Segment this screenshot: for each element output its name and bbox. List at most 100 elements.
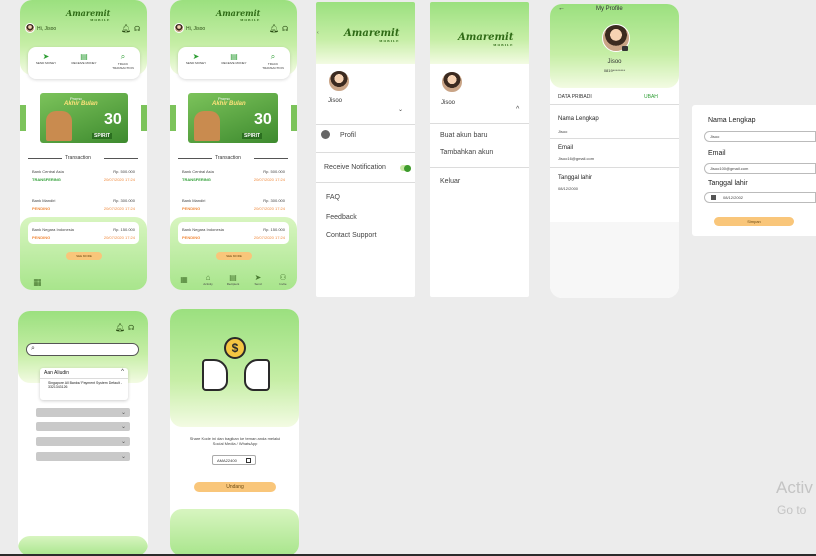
- receive-money-button[interactable]: ▤ RECEIVE MONEY: [218, 52, 250, 65]
- copy-icon[interactable]: [246, 458, 251, 463]
- tx-amount: Rp. 500.000: [263, 169, 285, 174]
- transaction-row[interactable]: Bank Negara Indonesia Rp. 150.000 PENDIN…: [178, 222, 289, 244]
- receive-money-button[interactable]: ▤ RECEIVE MONEY: [68, 52, 100, 65]
- menu-item-faq[interactable]: FAQ: [326, 194, 340, 201]
- tx-bank: Bank Central Asia: [182, 169, 214, 174]
- tx-amount: Rp. 150.000: [263, 227, 285, 232]
- menu-item-logout[interactable]: Keluar: [440, 178, 460, 185]
- home-icon: ⌂: [205, 273, 211, 282]
- grid-icon[interactable]: ▦: [33, 277, 42, 288]
- divider: [40, 378, 128, 379]
- field-birth-value: 08/12/2000: [558, 186, 579, 191]
- promo-character: [46, 111, 72, 141]
- headset-icon[interactable]: ☊: [128, 324, 134, 332]
- tx-status: TRANSFERING: [182, 177, 211, 182]
- edit-email-input[interactable]: Jisoo100@gmail.com: [704, 163, 816, 174]
- transaction-row[interactable]: Bank Central Asia Rp. 500.000 TRANSFERIN…: [28, 164, 139, 186]
- search-input[interactable]: ⌕: [26, 343, 139, 356]
- send-money-button[interactable]: ➤ SEND MONEY: [31, 52, 61, 65]
- receive-money-label: RECEIVE MONEY: [71, 61, 97, 65]
- tx-status: PENDING: [32, 206, 51, 211]
- avatar[interactable]: [441, 71, 463, 93]
- transaction-row[interactable]: Bank Mandiri Rp. 300.000 PENDING 20/07/2…: [28, 193, 139, 215]
- nav-send[interactable]: ➤ Send: [247, 273, 269, 286]
- brand-logo: Amaremit MOBILE: [458, 32, 514, 47]
- banner-peek-left: [20, 105, 26, 131]
- divider: [316, 124, 415, 125]
- camera-icon[interactable]: [622, 46, 628, 51]
- menu-item-contact-support[interactable]: Contact Support: [326, 232, 377, 239]
- avatar[interactable]: [174, 23, 184, 33]
- left-hand-icon: [202, 359, 228, 391]
- headset-icon[interactable]: ☊: [134, 25, 140, 33]
- home-screen-1: Amaremit MOBILE Hi, Jisoo 🔔︎ ☊ ➤ SEND MON…: [20, 0, 147, 290]
- receive-money-label: RECEIVE MONEY: [221, 61, 247, 65]
- dropdown-select[interactable]: ⌄: [36, 437, 130, 446]
- promo-banner[interactable]: Promo Akhir Bulan 30 SPIRIT: [40, 93, 128, 143]
- invite-button[interactable]: Undang: [194, 482, 276, 492]
- nav-invite[interactable]: ⚇ Invite: [272, 273, 294, 286]
- menu-username: Jisoo: [328, 98, 343, 104]
- bell-icon[interactable]: 🔔︎: [115, 323, 125, 332]
- dropdown-select[interactable]: ⌄: [36, 422, 130, 431]
- section-line-left: [28, 158, 62, 159]
- dropdown-select[interactable]: ⌄: [36, 452, 130, 461]
- chevron-down-icon[interactable]: ⌄: [398, 106, 403, 113]
- transaction-row[interactable]: Bank Mandiri Rp. 300.000 PENDING 20/07/2…: [178, 193, 289, 215]
- menu-item-add-account[interactable]: Tambahkan akun: [440, 149, 493, 156]
- divider: [550, 167, 679, 168]
- dropdown-select[interactable]: ⌄: [36, 408, 130, 417]
- recipient-dropdown[interactable]: Aan Aliudin ^ Singapore All Banks/ Payme…: [40, 368, 128, 400]
- edit-birth-value: 08/12/2002: [723, 195, 744, 200]
- tx-date: 20/07/2020 17:24: [253, 235, 285, 240]
- bell-icon[interactable]: 🔔︎: [121, 24, 131, 33]
- menu-item-new-account[interactable]: Buat akun baru: [440, 132, 487, 139]
- notification-toggle[interactable]: [400, 164, 411, 172]
- headset-icon[interactable]: ☊: [282, 25, 288, 33]
- menu-item-feedback[interactable]: Feedback: [326, 214, 357, 221]
- brand-logo: Amaremit MOBILE: [66, 8, 111, 22]
- divider: [430, 123, 529, 124]
- track-icon: ⌕: [270, 52, 276, 61]
- nav-send-label: Send: [254, 282, 262, 286]
- chevron-up-icon[interactable]: ^: [516, 106, 519, 113]
- divider: [316, 182, 415, 183]
- see-more-button[interactable]: SEE MORE: [66, 252, 102, 260]
- field-name-label: Nama Lengkap: [558, 116, 599, 122]
- edit-name-input[interactable]: Jisoo: [704, 131, 816, 142]
- avatar[interactable]: [25, 23, 35, 33]
- edit-link[interactable]: UBAH: [644, 94, 658, 100]
- banner-peek-right: [291, 105, 297, 131]
- avatar[interactable]: [328, 70, 350, 92]
- promo-badge: 30: [104, 111, 122, 128]
- see-more-button[interactable]: SEE MORE: [216, 252, 252, 260]
- transaction-row[interactable]: Bank Central Asia Rp. 500.000 TRANSFERIN…: [178, 164, 289, 186]
- recipient-detail[interactable]: Singapore All Banks/ Payment System Defa…: [48, 381, 124, 389]
- greeting: Hi, Jisoo: [186, 26, 206, 32]
- track-icon: ⌕: [120, 52, 126, 61]
- transaction-row[interactable]: Bank Negara Indonesia Rp. 150.000 PENDIN…: [28, 222, 139, 244]
- referral-code-box[interactable]: AMA22400: [212, 455, 256, 465]
- tx-status: PENDING: [182, 235, 201, 240]
- menu-item-profil[interactable]: Profil: [340, 132, 356, 139]
- track-transaction-button[interactable]: ⌕ TRACK TRANSACTION: [108, 52, 138, 70]
- send-money-button[interactable]: ➤ SEND MONEY: [181, 52, 211, 65]
- invite-icon: ⚇: [279, 273, 287, 282]
- save-button[interactable]: Simpan: [714, 217, 794, 226]
- chevron-down-icon: ⌄: [120, 410, 126, 416]
- back-arrow-icon[interactable]: ←: [558, 5, 565, 12]
- recipient-icon: ▤: [229, 273, 237, 282]
- nav-grid[interactable]: ▦: [174, 275, 194, 284]
- promo-banner[interactable]: Promo Akhir Bulan 30 SPIRIT: [188, 93, 278, 143]
- side-menu-screen: ‹ Amaremit MOBILE Jisoo ⌄ Profil Receive …: [316, 2, 415, 297]
- tx-date: 20/07/2020 17:24: [103, 177, 135, 182]
- banner-peek-left: [170, 105, 176, 131]
- nav-activity[interactable]: ⌂ Activity: [197, 273, 219, 286]
- track-transaction-button[interactable]: ⌕ TRACK TRANSACTION: [258, 52, 288, 70]
- edit-birth-input[interactable]: 08/12/2002: [704, 192, 816, 203]
- nav-recipient[interactable]: ▤ Recipient: [222, 273, 244, 286]
- back-chevron-icon[interactable]: ‹: [317, 30, 319, 36]
- referral-code: AMA22400: [217, 458, 237, 463]
- bell-icon[interactable]: 🔔︎: [269, 24, 279, 33]
- field-birth-label: Tanggal lahir: [558, 175, 593, 181]
